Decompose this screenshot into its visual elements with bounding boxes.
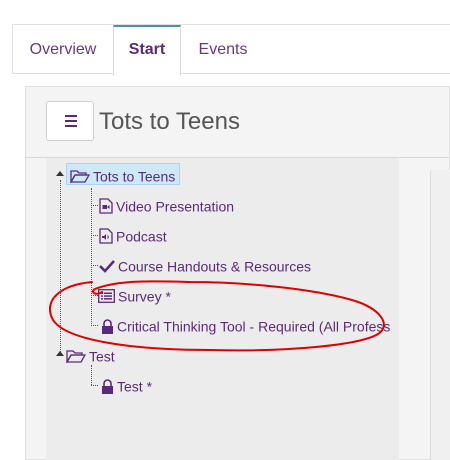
folder-open-icon	[70, 170, 90, 184]
tab-start[interactable]: Start	[113, 25, 181, 76]
lock-icon	[102, 319, 113, 334]
collapse-caret-icon[interactable]	[56, 171, 64, 176]
video-file-icon	[99, 198, 113, 214]
tree-item-test[interactable]: Test *	[101, 374, 152, 396]
page-title: Tots to Teens	[99, 108, 240, 135]
audio-file-icon	[99, 228, 113, 244]
collapse-caret-icon[interactable]	[56, 351, 64, 356]
tree-connector	[91, 265, 98, 266]
checkmark-icon	[99, 260, 115, 274]
tree-item-podcast[interactable]: Podcast	[99, 224, 167, 246]
tab-overview[interactable]: Overview	[13, 25, 113, 75]
tree-folder-tots-to-teens[interactable]: Tots to Teens	[66, 163, 181, 185]
tree-item-label: Podcast	[116, 228, 167, 245]
tree-item-label: Tots to Teens	[93, 168, 176, 185]
tree-connector	[91, 205, 98, 206]
tree-item-video-presentation[interactable]: Video Presentation	[99, 194, 234, 216]
tree-item-survey[interactable]: Survey *	[98, 284, 171, 306]
tree-item-label: Test *	[117, 378, 153, 395]
tree-item-label: Video Presentation	[116, 198, 235, 215]
tree-item-label: Test	[89, 348, 115, 365]
tree-connector	[60, 180, 61, 356]
tree-connector	[91, 295, 98, 296]
folder-open-icon	[66, 350, 86, 364]
tree-item-label: Course Handouts & Resources	[118, 258, 311, 275]
lock-icon	[102, 379, 113, 394]
tree-connector	[91, 325, 98, 326]
tree-item-label: Critical Thinking Tool - Required (All P…	[117, 318, 391, 335]
tree-connector	[91, 365, 92, 385]
tree-item-critical-thinking-tool[interactable]: Critical Thinking Tool - Required (All P…	[101, 314, 390, 336]
tree-item-course-handouts[interactable]: Course Handouts & Resources	[99, 254, 311, 276]
tree-folder-test[interactable]: Test	[66, 344, 115, 366]
tree-connector	[91, 385, 98, 386]
tree-connector	[91, 235, 98, 236]
tree-connector	[91, 188, 92, 326]
tab-bar: Overview Start Events	[12, 24, 450, 76]
menu-toggle-button[interactable]	[46, 101, 94, 141]
side-panel	[430, 170, 450, 460]
tree-item-label: Survey *	[118, 288, 171, 305]
tab-events[interactable]: Events	[183, 25, 263, 75]
survey-list-icon	[98, 289, 115, 304]
